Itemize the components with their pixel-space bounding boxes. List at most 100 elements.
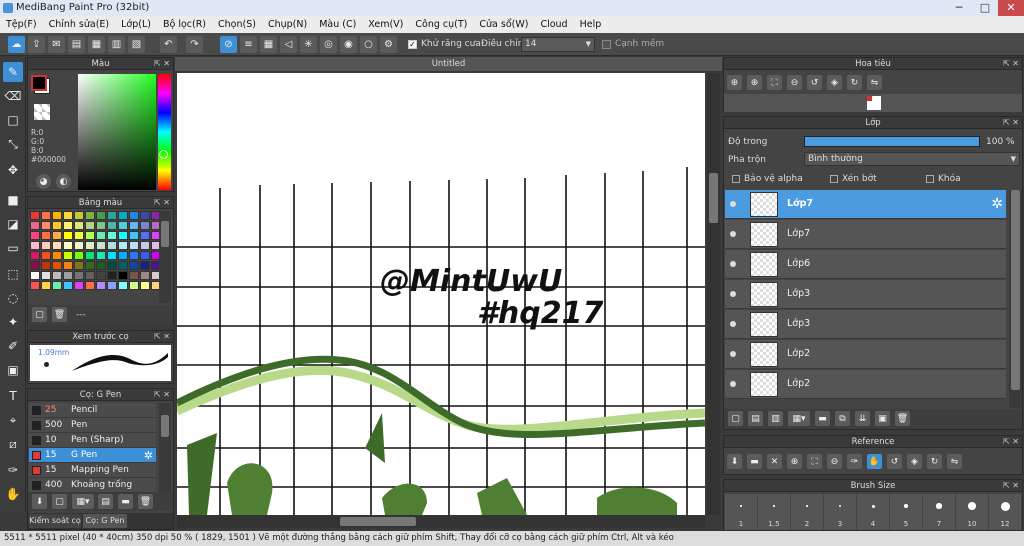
radial-snap-icon[interactable]: ✳ [300, 36, 317, 53]
panel-close-icon[interactable]: ⇱ ✕ [1003, 58, 1019, 70]
panel-close-icon[interactable]: ⇱ ✕ [154, 389, 170, 401]
curve-snap-icon[interactable]: ○ [360, 36, 377, 53]
palette-swatch[interactable] [118, 231, 128, 240]
rotate-left-icon[interactable]: ↺ [807, 75, 822, 90]
close-icon[interactable]: ✕ [998, 0, 1024, 16]
palette-swatch[interactable] [96, 261, 106, 270]
new-brush-icon[interactable]: ▢ [52, 494, 67, 509]
palette-swatch[interactable] [30, 261, 40, 270]
palette-swatch[interactable] [140, 211, 150, 220]
new-layer-icon[interactable]: ▢ [728, 411, 743, 426]
palette-swatch[interactable] [118, 271, 128, 280]
palette-swatch[interactable] [129, 241, 139, 250]
palette-swatch[interactable] [63, 211, 73, 220]
palette-swatch[interactable] [74, 271, 84, 280]
palette-swatch[interactable] [107, 281, 117, 290]
clip-checkbox[interactable] [830, 175, 838, 183]
palette-swatch[interactable] [129, 251, 139, 260]
palette-swatch[interactable] [52, 231, 62, 240]
cross-snap-icon[interactable]: ▦ [260, 36, 277, 53]
canvas-hscrollbar[interactable] [177, 515, 705, 528]
brush-size-cell[interactable]: 1.5 [758, 494, 790, 530]
layer-row[interactable]: Lớp2 [725, 370, 1006, 399]
palette-swatch[interactable] [63, 281, 73, 290]
rotate-right-icon[interactable]: ↻ [847, 75, 862, 90]
select-tool-icon[interactable]: ⬚ [3, 264, 23, 284]
grid-doc-icon[interactable]: ▥ [108, 36, 125, 53]
eye-icon[interactable] [730, 321, 736, 327]
panel-close-icon[interactable]: ⇱ ✕ [154, 331, 170, 343]
brush-item[interactable]: 400Khoảng trống [Edge [29, 478, 156, 505]
palette-swatch[interactable] [118, 281, 128, 290]
protect-alpha-checkbox[interactable] [732, 175, 740, 183]
fill-rect-tool-icon[interactable]: ■ [3, 190, 23, 210]
palette-swatch[interactable] [63, 231, 73, 240]
redo-icon[interactable]: ↷ [186, 36, 203, 53]
ref-hand-icon[interactable]: ✋ [867, 454, 882, 469]
ref-close-icon[interactable]: ✕ [767, 454, 782, 469]
lasso-tool-icon[interactable]: ◌ [3, 288, 23, 308]
palette-swatch[interactable] [85, 271, 95, 280]
palette-swatch[interactable] [140, 281, 150, 290]
hue-slider[interactable] [158, 74, 171, 190]
palette-swatch[interactable] [30, 281, 40, 290]
palette-swatch[interactable] [85, 241, 95, 250]
palette-swatch[interactable] [118, 251, 128, 260]
brush-size-cell[interactable]: 2 [791, 494, 823, 530]
ellipse-snap-icon[interactable]: ◉ [340, 36, 357, 53]
ref-fit-icon[interactable]: ⛶ [807, 454, 822, 469]
brush-size-cell[interactable]: 1 [725, 494, 757, 530]
palette-scrollbar[interactable] [159, 211, 171, 303]
ref-eyedropper-icon[interactable]: ✑ [847, 454, 862, 469]
delete-layer-icon[interactable]: 🗑 [895, 411, 910, 426]
palette-swatch[interactable] [96, 281, 106, 290]
brush-item[interactable]: 15 Mapping Pen [29, 463, 156, 478]
palette-swatch[interactable] [107, 251, 117, 260]
brush-menu-icon[interactable]: ▦▾ [72, 494, 94, 509]
menu-file[interactable]: Tệp(F) [0, 16, 43, 33]
panel-close-icon[interactable]: ⇱ ✕ [1003, 117, 1019, 129]
palette-swatch[interactable] [41, 211, 51, 220]
text-tool-icon[interactable]: T [3, 386, 23, 406]
eyedropper-tool-icon[interactable]: ✑ [3, 460, 23, 480]
opacity-slider[interactable] [804, 136, 980, 147]
brush-size-cell[interactable]: 12 [989, 494, 1021, 530]
palette-swatch[interactable] [41, 281, 51, 290]
palette-swatch[interactable] [30, 251, 40, 260]
palette-swatch[interactable] [118, 211, 128, 220]
menu-capture[interactable]: Chụp(N) [262, 16, 313, 33]
layer-settings-icon[interactable]: ▣ [875, 411, 890, 426]
palette-swatch[interactable] [41, 251, 51, 260]
navigator-preview[interactable] [724, 94, 1022, 112]
select-pen-tool-icon[interactable]: ✐ [3, 336, 23, 356]
palette-swatch[interactable] [41, 231, 51, 240]
palette-swatch[interactable] [140, 221, 150, 230]
menu-help[interactable]: Help [574, 16, 608, 33]
brush-size-cell[interactable]: 7 [923, 494, 955, 530]
layer-row[interactable]: Lớp7 ✲ [725, 190, 1006, 219]
brush-size-cell[interactable]: 5 [890, 494, 922, 530]
palette-swatch[interactable] [96, 251, 106, 260]
palette-swatch[interactable] [52, 221, 62, 230]
ref-zoom-out-icon[interactable]: ⊖ [827, 454, 842, 469]
magic-wand-tool-icon[interactable]: ✦ [3, 312, 23, 332]
menu-filter[interactable]: Bộ lọc(R) [157, 16, 212, 33]
chat-icon[interactable]: ✉ [48, 36, 65, 53]
bucket-tool-icon[interactable]: ◪ [3, 214, 23, 234]
palette-swatch[interactable] [74, 251, 84, 260]
palette-swatch[interactable] [41, 261, 51, 270]
panel-close-icon[interactable]: ⇱ ✕ [1003, 480, 1019, 492]
duplicate-layer-icon[interactable]: ⧉ [835, 411, 850, 426]
layer-row[interactable]: Lớp6 [725, 250, 1006, 279]
gear-icon[interactable]: ✲ [144, 448, 153, 463]
transparent-swatch[interactable] [34, 104, 50, 120]
reset-view-icon[interactable]: ◈ [827, 75, 842, 90]
brush-delete-icon[interactable]: 🗑 [138, 494, 153, 509]
palette-swatch[interactable] [85, 231, 95, 240]
blend-select[interactable]: Bình thường ▼ [804, 152, 1020, 166]
settings-gear-icon[interactable]: ⚙ [380, 36, 397, 53]
layer-row[interactable]: Lớp7 [725, 220, 1006, 249]
color-wheel-icon[interactable]: ◕ [36, 174, 51, 189]
operation-tool-icon[interactable]: ⌖ [3, 410, 23, 430]
zoom-out-icon[interactable]: ⊖ [787, 75, 802, 90]
